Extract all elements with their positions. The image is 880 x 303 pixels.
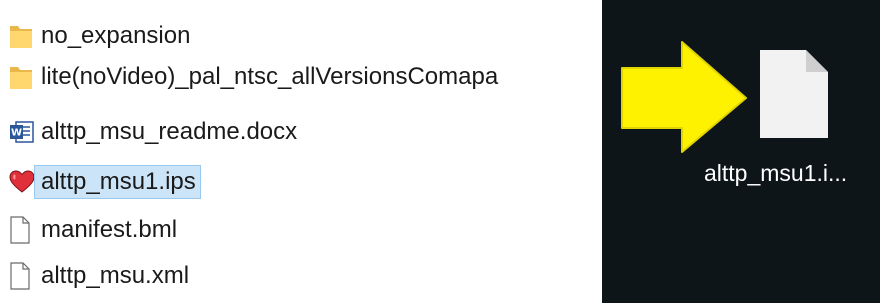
blank-file-icon — [9, 214, 35, 246]
folder-icon — [9, 20, 35, 52]
svg-text:W: W — [11, 128, 22, 139]
desktop-file-label[interactable]: alttp_msu1.i... — [704, 160, 880, 187]
file-row-alttp-msu1-ips[interactable]: alttp_msu1.ips — [9, 164, 201, 200]
blank-file-icon — [9, 260, 35, 292]
file-name: manifest.bml — [41, 216, 178, 243]
file-name: alttp_msu1.ips — [34, 165, 201, 199]
folder-icon — [9, 61, 35, 93]
arrow-right-icon — [614, 38, 752, 156]
file-row-lite-novideo[interactable]: lite(noVideo)_pal_ntsc_allVersionsComapa — [9, 59, 502, 95]
file-row-alttp-msu-xml[interactable]: alttp_msu.xml — [9, 258, 193, 294]
desktop-file-icon[interactable] — [758, 48, 830, 140]
file-explorer-list: no_expansion lite(noVideo)_pal_ntsc_allV… — [0, 0, 600, 303]
file-row-manifest-bml[interactable]: manifest.bml — [9, 212, 181, 248]
file-row-readme-docx[interactable]: W alttp_msu_readme.docx — [9, 114, 301, 150]
file-name: no_expansion — [41, 22, 191, 49]
file-name: lite(noVideo)_pal_ntsc_allVersionsComapa — [41, 63, 499, 90]
file-name: alttp_msu.xml — [41, 262, 190, 289]
file-name: alttp_msu_readme.docx — [41, 118, 298, 145]
file-row-no-expansion[interactable]: no_expansion — [9, 18, 194, 54]
word-document-icon: W — [9, 116, 35, 148]
desktop-area: alttp_msu1.i... — [602, 0, 880, 303]
heart-icon — [9, 166, 35, 198]
